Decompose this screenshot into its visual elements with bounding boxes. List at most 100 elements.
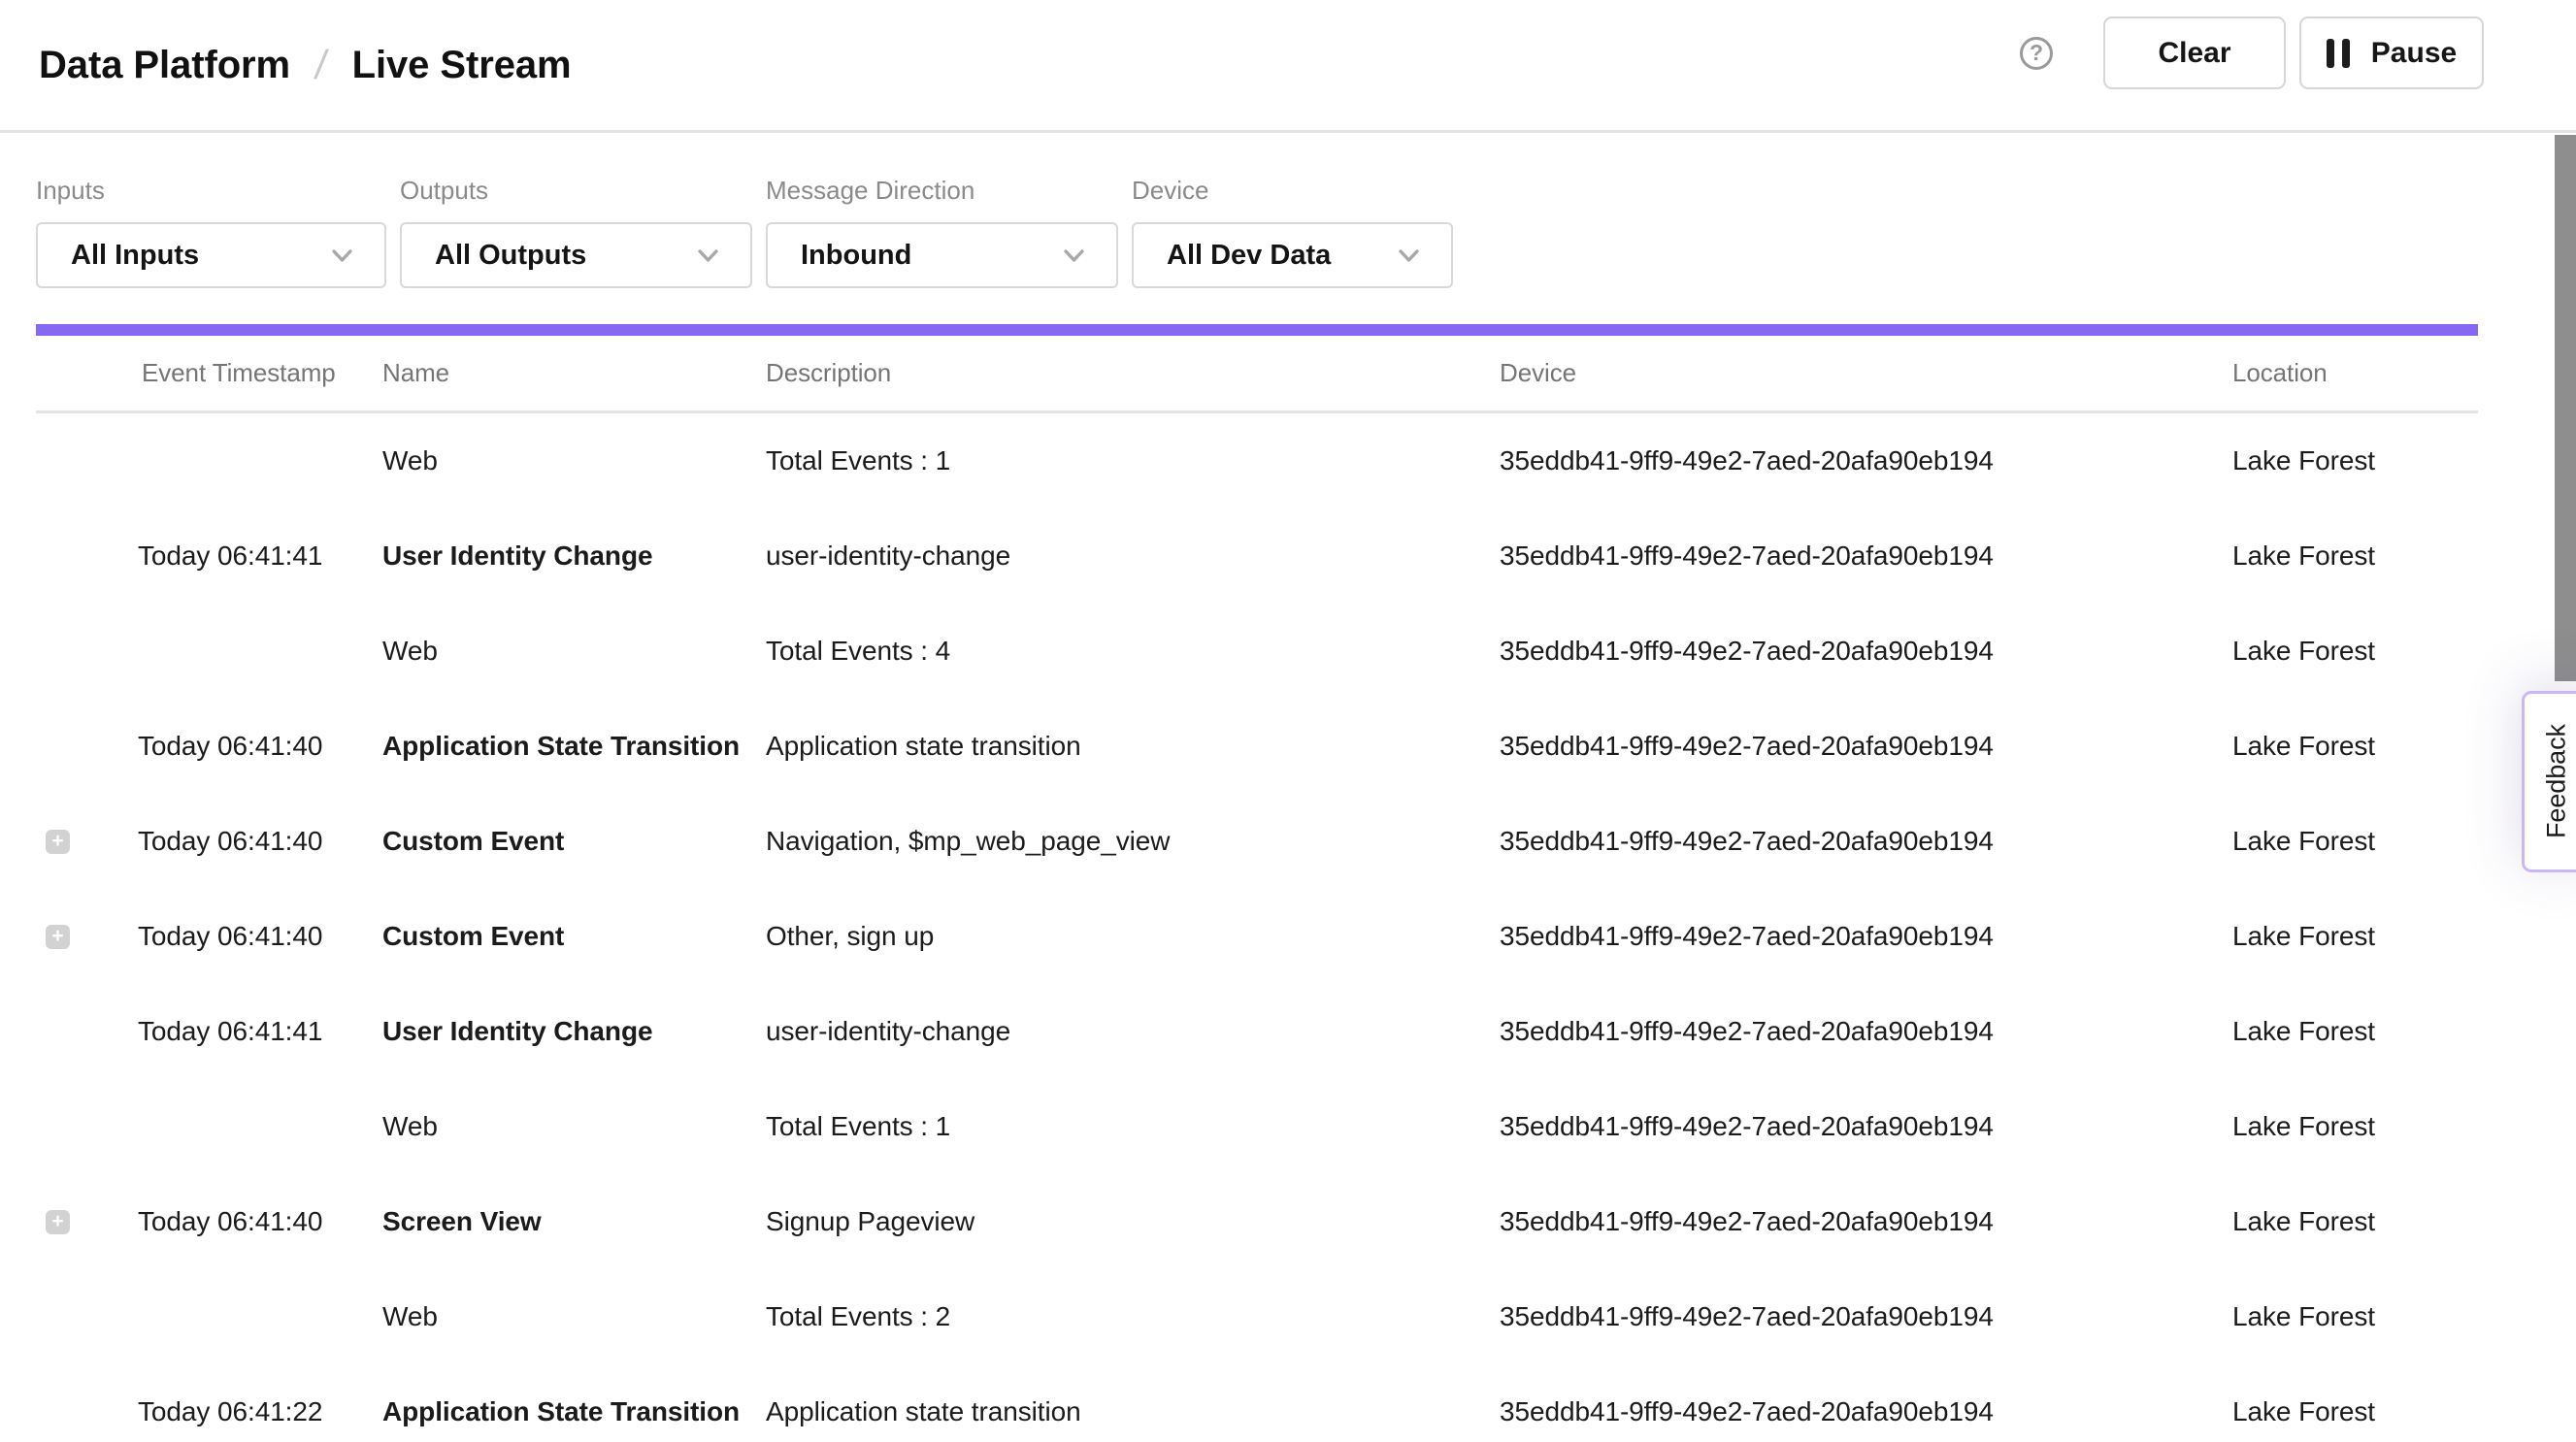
event-location-cell: Lake Forest	[2232, 826, 2478, 857]
filter-label: Device	[1132, 176, 1453, 206]
help-icon[interactable]: ?	[2020, 37, 2053, 70]
row-icon-cell: +	[36, 544, 138, 569]
filter-dropdown-device[interactable]: All Dev Data	[1132, 222, 1453, 288]
breadcrumb-separator: /	[313, 42, 330, 88]
row-icon-cell: +	[36, 735, 138, 759]
event-location-cell: Lake Forest	[2232, 1206, 2478, 1237]
table-row[interactable]: + Today 06:41:41 User Identity Change us…	[36, 508, 2478, 604]
event-location-cell: Lake Forest	[2232, 1016, 2478, 1047]
table-body: + Web Total Events : 1 35eddb41-9ff9-49e…	[36, 413, 2478, 1442]
event-device-cell: 35eddb41-9ff9-49e2-7aed-20afa90eb194	[1500, 921, 2232, 952]
filter-dropdown-outputs[interactable]: All Outputs	[400, 222, 752, 288]
pause-button-label: Pause	[2371, 37, 2457, 70]
event-description-cell: Other, sign up	[766, 921, 1500, 952]
event-description-cell: user-identity-change	[766, 1016, 1500, 1047]
table-row[interactable]: + Today 06:41:40 Custom Event Other, sig…	[36, 889, 2478, 984]
event-name-cell: Screen View	[382, 1206, 766, 1237]
filter-group: Message Direction Inbound	[766, 176, 1118, 288]
row-icon-cell: +	[36, 1400, 138, 1425]
event-location-cell: Lake Forest	[2232, 1396, 2478, 1427]
event-device-cell: 35eddb41-9ff9-49e2-7aed-20afa90eb194	[1500, 1396, 2232, 1427]
table-row[interactable]: + Web Total Events : 4 35eddb41-9ff9-49e…	[36, 604, 2478, 699]
event-description-cell: Application state transition	[766, 731, 1500, 762]
event-location-cell: Lake Forest	[2232, 636, 2478, 667]
event-timestamp-cell: Today 06:41:40	[138, 1206, 382, 1237]
clear-button-label: Clear	[2158, 37, 2230, 70]
event-description-cell: user-identity-change	[766, 541, 1500, 572]
table-row[interactable]: + Web Total Events : 2 35eddb41-9ff9-49e…	[36, 1269, 2478, 1364]
event-name-cell: Web	[382, 1301, 766, 1332]
filter-dropdown-inputs[interactable]: All Inputs	[36, 222, 386, 288]
column-header-event-timestamp: Event Timestamp	[138, 358, 382, 388]
plus-icon: +	[51, 926, 63, 946]
column-header-description: Description	[766, 358, 1500, 388]
table-row[interactable]: + Today 06:41:41 User Identity Change us…	[36, 984, 2478, 1079]
column-header-device: Device	[1500, 358, 2232, 388]
table-row[interactable]: + Today 06:41:40 Screen View Signup Page…	[36, 1174, 2478, 1269]
event-location-cell: Lake Forest	[2232, 445, 2478, 476]
breadcrumb: Data Platform / Live Stream	[39, 0, 572, 130]
live-stream-accent-bar	[36, 324, 2478, 336]
breadcrumb-item-live-stream: Live Stream	[352, 44, 572, 87]
column-header-location: Location	[2232, 358, 2478, 388]
event-name-cell: Custom Event	[382, 826, 766, 857]
event-timestamp-cell: Today 06:41:41	[138, 1016, 382, 1047]
event-device-cell: 35eddb41-9ff9-49e2-7aed-20afa90eb194	[1500, 826, 2232, 857]
row-icon-cell: +	[36, 1020, 138, 1044]
table-row[interactable]: + Web Total Events : 1 35eddb41-9ff9-49e…	[36, 1079, 2478, 1174]
event-description-cell: Total Events : 4	[766, 636, 1500, 667]
plus-icon: +	[51, 1211, 63, 1231]
pause-icon	[2327, 39, 2350, 68]
table-row[interactable]: + Web Total Events : 1 35eddb41-9ff9-49e…	[36, 413, 2478, 508]
event-name-cell: Custom Event	[382, 921, 766, 952]
event-location-cell: Lake Forest	[2232, 1301, 2478, 1332]
event-timestamp-cell: Today 06:41:40	[138, 826, 382, 857]
event-device-cell: 35eddb41-9ff9-49e2-7aed-20afa90eb194	[1500, 445, 2232, 476]
event-name-cell: Web	[382, 636, 766, 667]
clear-button[interactable]: Clear	[2103, 16, 2286, 89]
table-row[interactable]: + Today 06:41:40 Application State Trans…	[36, 699, 2478, 794]
filter-dropdown-message-direction[interactable]: Inbound	[766, 222, 1118, 288]
event-location-cell: Lake Forest	[2232, 731, 2478, 762]
expand-row-button[interactable]: +	[46, 1210, 70, 1234]
event-location-cell: Lake Forest	[2232, 541, 2478, 572]
event-description-cell: Application state transition	[766, 1396, 1500, 1427]
top-bar: Data Platform / Live Stream ? Clear Paus…	[0, 0, 2576, 133]
event-location-cell: Lake Forest	[2232, 921, 2478, 952]
event-description-cell: Total Events : 2	[766, 1301, 1500, 1332]
event-name-cell: Application State Transition	[382, 731, 766, 762]
event-description-cell: Signup Pageview	[766, 1206, 1500, 1237]
chevron-down-icon	[1061, 243, 1087, 269]
event-device-cell: 35eddb41-9ff9-49e2-7aed-20afa90eb194	[1500, 1016, 2232, 1047]
pause-button[interactable]: Pause	[2299, 16, 2484, 89]
row-icon-cell: +	[36, 639, 138, 664]
filter-label: Inputs	[36, 176, 386, 206]
breadcrumb-item-data-platform[interactable]: Data Platform	[39, 44, 290, 87]
row-icon-cell: +	[36, 830, 138, 854]
row-icon-cell: +	[36, 1305, 138, 1329]
event-timestamp-cell: Today 06:41:40	[138, 731, 382, 762]
filter-selected-value: All Outputs	[435, 240, 586, 272]
event-stream-table: Event Timestamp Name Description Device …	[36, 336, 2478, 1442]
filter-selected-value: Inbound	[801, 240, 911, 272]
event-device-cell: 35eddb41-9ff9-49e2-7aed-20afa90eb194	[1500, 1206, 2232, 1237]
expand-row-button[interactable]: +	[46, 925, 70, 949]
column-header-name: Name	[382, 358, 766, 388]
event-description-cell: Total Events : 1	[766, 445, 1500, 476]
filter-label: Message Direction	[766, 176, 1118, 206]
expand-row-button[interactable]: +	[46, 830, 70, 854]
table-row[interactable]: + Today 06:41:22 Application State Trans…	[36, 1364, 2478, 1442]
filter-bar: Inputs All Inputs Outputs All Outputs Me…	[0, 133, 2576, 288]
table-row[interactable]: + Today 06:41:40 Custom Event Navigation…	[36, 794, 2478, 889]
event-device-cell: 35eddb41-9ff9-49e2-7aed-20afa90eb194	[1500, 1111, 2232, 1142]
event-name-cell: Application State Transition	[382, 1396, 766, 1427]
vertical-scrollbar-thumb[interactable]	[2555, 135, 2576, 681]
event-timestamp-cell: Today 06:41:22	[138, 1396, 382, 1427]
plus-icon: +	[51, 831, 63, 851]
event-location-cell: Lake Forest	[2232, 1111, 2478, 1142]
feedback-tab[interactable]: Feedback	[2522, 691, 2576, 872]
chevron-down-icon	[329, 243, 355, 269]
event-device-cell: 35eddb41-9ff9-49e2-7aed-20afa90eb194	[1500, 731, 2232, 762]
row-icon-cell: +	[36, 925, 138, 949]
row-icon-cell: +	[36, 1115, 138, 1139]
